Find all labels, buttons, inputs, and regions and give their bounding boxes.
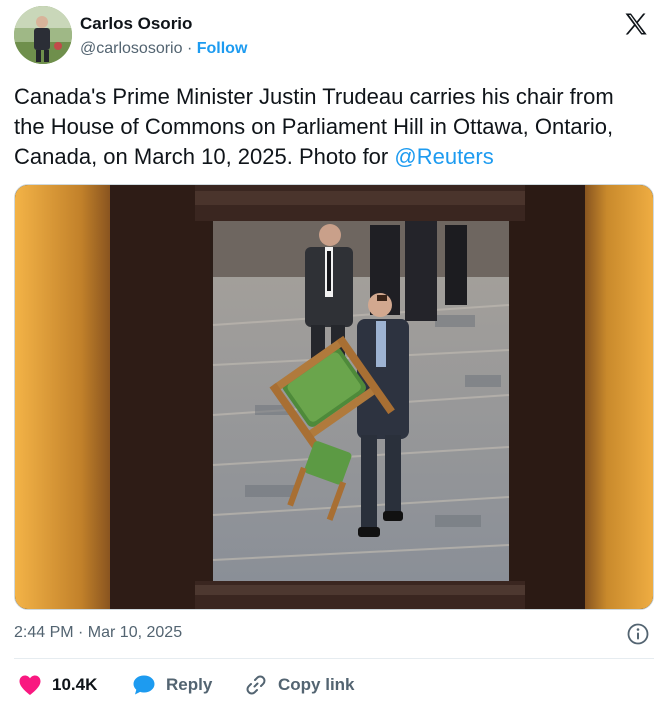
tweet-photo[interactable] bbox=[14, 184, 654, 610]
reply-button[interactable]: Reply bbox=[132, 670, 212, 700]
tweet-timestamp[interactable]: 2:44 PM · Mar 10, 2025 bbox=[14, 624, 182, 642]
link-icon bbox=[244, 673, 268, 697]
follow-button[interactable]: Follow bbox=[197, 40, 248, 57]
copy-link-label: Copy link bbox=[278, 675, 355, 694]
speech-bubble-icon bbox=[132, 674, 156, 696]
heart-icon bbox=[18, 674, 42, 696]
x-logo-icon[interactable] bbox=[622, 10, 650, 38]
avatar[interactable] bbox=[14, 6, 72, 64]
action-bar: 10.4K Reply Copy link bbox=[14, 670, 654, 700]
divider bbox=[14, 658, 654, 659]
tweet-body: Canada's Prime Minister Justin Trudeau c… bbox=[14, 84, 614, 169]
author-handle-row: @carlososorio · Follow bbox=[80, 40, 247, 58]
mention-link[interactable]: @Reuters bbox=[394, 144, 493, 169]
reply-label: Reply bbox=[166, 675, 213, 694]
info-icon[interactable] bbox=[626, 622, 650, 646]
copy-link-button[interactable]: Copy link bbox=[244, 670, 355, 700]
tweet-text: Canada's Prime Minister Justin Trudeau c… bbox=[14, 82, 644, 172]
tweet-header: Carlos Osorio @carlososorio · Follow bbox=[14, 6, 654, 66]
author-handle[interactable]: @carlososorio bbox=[80, 40, 183, 57]
author-name[interactable]: Carlos Osorio bbox=[80, 14, 192, 34]
separator-dot: · bbox=[186, 40, 193, 57]
like-button[interactable]: 10.4K bbox=[18, 670, 97, 700]
like-count: 10.4K bbox=[52, 675, 98, 694]
